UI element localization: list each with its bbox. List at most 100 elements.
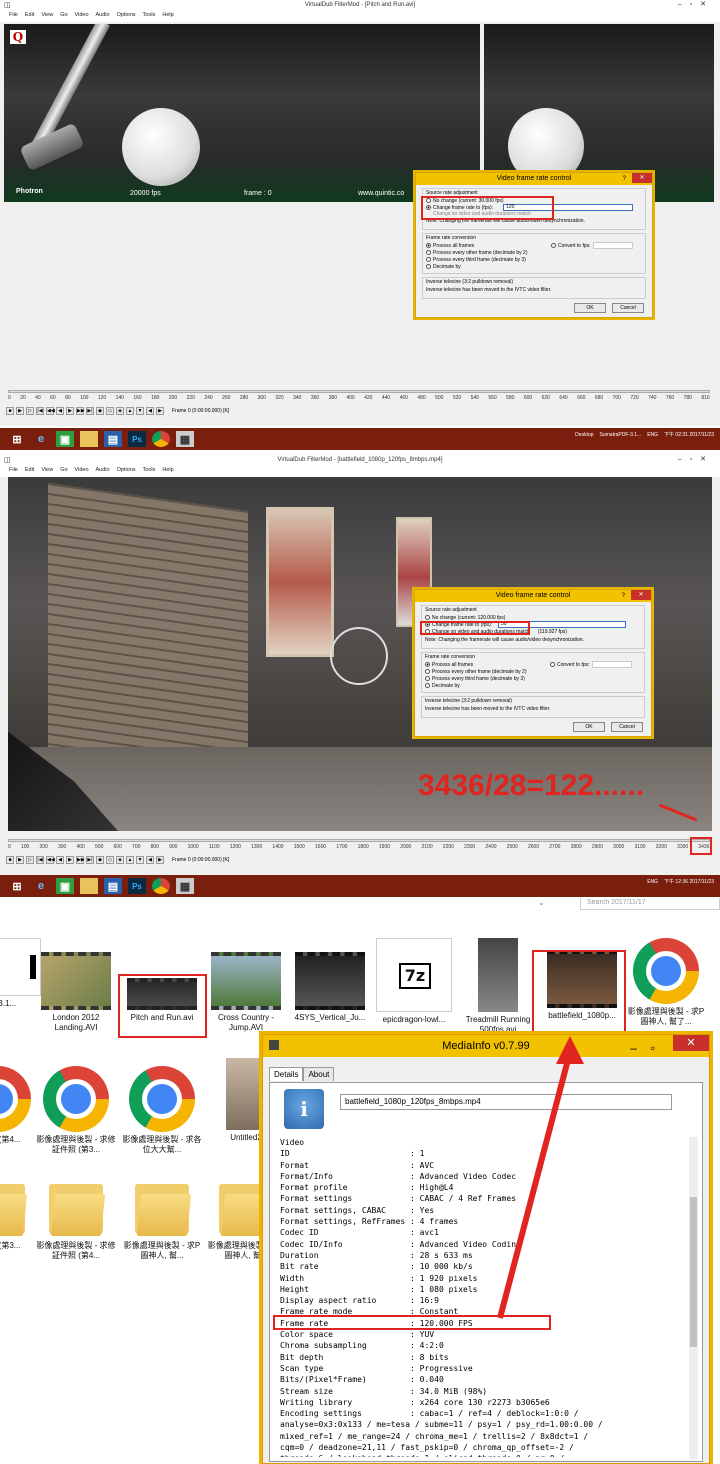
tab-about[interactable]: About — [303, 1067, 335, 1081]
chrome-icon[interactable] — [152, 878, 170, 894]
radio-icon[interactable] — [426, 264, 431, 269]
mark-button-icon[interactable]: ◈ — [116, 407, 124, 415]
menu-item[interactable]: Video — [75, 11, 89, 20]
step-fwd-button-icon[interactable]: ▶ — [156, 407, 164, 415]
store-icon[interactable]: ▣ — [56, 431, 74, 447]
radio-icon[interactable] — [425, 669, 430, 674]
prev-frame-button-icon[interactable]: ◀ — [56, 856, 64, 864]
menu-item[interactable]: Audio — [96, 11, 110, 20]
radio-icon[interactable] — [426, 257, 431, 262]
menu-item[interactable]: Help — [162, 11, 173, 20]
mark-in-button-icon[interactable]: ▲ — [126, 856, 134, 864]
menu-item[interactable]: Tools — [143, 11, 156, 20]
start-button-icon[interactable]: |◀ — [36, 856, 44, 864]
menu-item[interactable]: Tools — [143, 466, 156, 475]
scene-back-button-icon[interactable]: ◆ — [96, 856, 104, 864]
window-controls[interactable]: –▫✕ — [678, 455, 714, 465]
tray-desktop[interactable]: Desktop — [575, 432, 593, 438]
ok-button[interactable]: OK — [573, 722, 605, 732]
scene-fwd-button-icon[interactable]: ◇ — [106, 407, 114, 415]
menu-item[interactable]: Go — [60, 466, 67, 475]
option-decimate-by[interactable]: Decimate by — [426, 263, 642, 270]
option-decimate-3[interactable]: Process every third frame (decimate by 3… — [425, 675, 641, 682]
option-decimate-2[interactable]: Process every other frame (decimate by 2… — [425, 668, 641, 675]
next-key-button-icon[interactable]: ▶▶ — [76, 407, 85, 415]
radio-icon[interactable] — [551, 243, 556, 248]
tray-lang[interactable]: ENG — [647, 879, 658, 885]
play-input-button-icon[interactable]: ▶ — [16, 856, 24, 864]
option-all-frames[interactable]: Process all frames Convert to fps: — [426, 242, 642, 249]
chrome-icon[interactable] — [152, 431, 170, 447]
option-all-frames[interactable]: Process all frames Convert to fps: — [425, 661, 641, 668]
next-key-button-icon[interactable]: ▶▶ — [76, 856, 85, 864]
option-decimate-2[interactable]: Process every other frame (decimate by 2… — [426, 249, 642, 256]
scene-back-button-icon[interactable]: ◆ — [96, 407, 104, 415]
file-item[interactable]: 4SYS_Vertical_Ju... — [288, 952, 372, 1023]
next-frame-button-icon[interactable]: ▶ — [66, 407, 74, 415]
explorer-icon[interactable] — [80, 431, 98, 447]
menu-item[interactable]: Options — [117, 11, 136, 20]
start-button-icon[interactable]: |◀ — [36, 407, 44, 415]
virtualdub-icon[interactable]: ▦ — [176, 878, 194, 894]
end-button-icon[interactable]: ▶| — [86, 407, 94, 415]
play-output-button-icon[interactable]: ▷ — [26, 856, 34, 864]
step-back-button-icon[interactable]: ◀ — [146, 856, 154, 864]
close-icon[interactable]: ✕ — [673, 1035, 709, 1051]
tray-lang[interactable]: ENG — [647, 432, 658, 438]
cancel-button[interactable]: Cancel — [612, 303, 644, 313]
mark-button-icon[interactable]: ◈ — [116, 856, 124, 864]
file-item[interactable]: 影像處理與後製 - 求P圖神人, 幫... — [120, 1176, 204, 1261]
virtualdub-icon[interactable]: ▦ — [176, 431, 194, 447]
file-item[interactable]: 影像處理與後製 - 求各位大大幫... — [120, 1066, 204, 1155]
menu-item[interactable]: Edit — [25, 466, 34, 475]
menu-item[interactable]: File — [9, 11, 18, 20]
timeline-track[interactable] — [8, 839, 710, 842]
scene-fwd-button-icon[interactable]: ◇ — [106, 856, 114, 864]
word-icon[interactable]: ▤ — [104, 878, 122, 894]
filename-field[interactable]: battlefield_1080p_120fps_8mbps.mp4 — [340, 1094, 672, 1110]
help-icon[interactable]: ? — [623, 173, 626, 185]
radio-icon[interactable] — [426, 250, 431, 255]
file-item[interactable]: London 2012 Landing.AVI — [34, 952, 118, 1033]
radio-icon[interactable] — [425, 615, 430, 620]
scrollbar[interactable] — [689, 1137, 698, 1459]
photoshop-icon[interactable]: Ps — [128, 431, 146, 447]
convert-fps-input[interactable] — [592, 242, 633, 249]
timeline[interactable]: 0 20 40 60 80 100 120 140 160 180 200 220 240 260 280 3… — [8, 388, 710, 402]
menu-item[interactable]: View — [41, 11, 53, 20]
radio-icon[interactable] — [425, 683, 430, 688]
option-decimate-3[interactable]: Process every third frame (decimate by 3… — [426, 256, 642, 263]
prev-key-button-icon[interactable]: ◀◀ — [46, 856, 55, 864]
ie-icon[interactable]: e — [32, 431, 50, 447]
timeline-track[interactable] — [8, 390, 710, 393]
file-item[interactable]: 7z epicdragon-lowl... — [372, 938, 456, 1025]
search-box[interactable]: Search 2017/11/17 — [580, 898, 720, 910]
ok-button[interactable]: OK — [574, 303, 606, 313]
file-item[interactable]: 影像處理與後製 - 求修証件照 (第4... — [34, 1176, 118, 1261]
menu-item[interactable]: File — [9, 466, 18, 475]
option-no-change[interactable]: No change (current: 120.000 fps) — [425, 614, 641, 621]
radio-selected-icon[interactable] — [425, 662, 430, 667]
stop-button-icon[interactable]: ■ — [6, 407, 14, 415]
convert-fps-input[interactable] — [591, 661, 632, 668]
help-icon[interactable]: ? — [622, 590, 625, 602]
file-item[interactable]: 影像處理與後製 - 求P圖神人, 幫了... — [624, 938, 708, 1027]
prev-frame-button-icon[interactable]: ◀ — [56, 407, 64, 415]
photoshop-icon[interactable]: Ps — [128, 878, 146, 894]
file-item[interactable]: Treadmill Running 500fps.avi — [456, 938, 540, 1035]
mark-out-button-icon[interactable]: ▼ — [136, 407, 144, 415]
close-icon[interactable]: ✕ — [632, 173, 652, 183]
windows-start-icon[interactable]: ⊞ — [8, 878, 26, 894]
mark-out-button-icon[interactable]: ▼ — [136, 856, 144, 864]
word-icon[interactable]: ▤ — [104, 431, 122, 447]
file-item[interactable]: Cross Country - Jump.AVI — [204, 952, 288, 1033]
step-fwd-button-icon[interactable]: ▶ — [156, 856, 164, 864]
timeline[interactable]: 0 100 200 300 400 500 600 700 800 900 1000 1100 1200… — [8, 837, 710, 851]
radio-icon[interactable] — [425, 676, 430, 681]
next-frame-button-icon[interactable]: ▶ — [66, 856, 74, 864]
radio-selected-icon[interactable] — [426, 243, 431, 248]
menu-item[interactable]: Audio — [96, 466, 110, 475]
end-button-icon[interactable]: ▶| — [86, 856, 94, 864]
windows-start-icon[interactable]: ⊞ — [8, 431, 26, 447]
ie-icon[interactable]: e — [32, 878, 50, 894]
